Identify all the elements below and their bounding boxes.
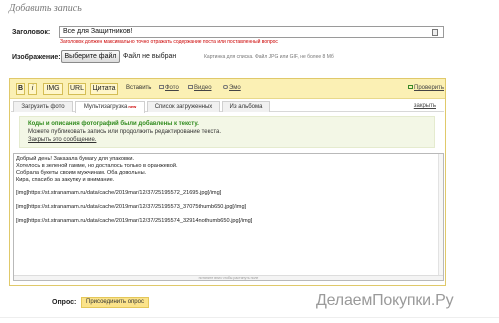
close-notice-link[interactable]: Закрыть это сообщение.	[28, 136, 426, 144]
keyboard-icon[interactable]	[432, 29, 438, 36]
notice-title: Коды и описания фотографий были добавлен…	[28, 121, 199, 127]
check-icon	[408, 85, 413, 90]
poll-label: Опрос:	[52, 299, 77, 306]
body-line: Собрала букеты своим мужчинам. Оба довол…	[16, 169, 147, 176]
img-button[interactable]: IMG	[43, 83, 63, 95]
choose-file-button[interactable]: Выберите файл	[61, 50, 120, 63]
tab-from-album-label: Из альбома	[229, 104, 263, 110]
file-status: Файл не выбран	[123, 53, 177, 60]
tab-upload-photo[interactable]: Загрузить фото	[13, 101, 73, 112]
resize-handle[interactable]: потяните вниз чтобы растянуть поле	[14, 275, 443, 280]
title-label: Заголовок:	[12, 29, 51, 36]
tab-multiupload-label: Мультизагрузка	[83, 104, 128, 110]
italic-button[interactable]: i	[28, 83, 37, 95]
notice-text: Можете публиковать запись или продолжить…	[28, 129, 222, 135]
insert-label: Вставить	[126, 85, 152, 91]
body-img-tag: [img]https://st.stranamam.ru/data/cache/…	[16, 218, 253, 225]
check-link[interactable]: Проверить	[408, 85, 444, 91]
insert-video-link[interactable]: Видео	[188, 85, 212, 91]
new-badge: new	[128, 104, 137, 109]
post-body-textarea[interactable]: Добрый день! Заказала бумагу для упаковк…	[13, 153, 444, 281]
title-input-value: Все для Защитников!	[63, 28, 133, 35]
bold-button[interactable]: B	[16, 83, 25, 95]
tab-uploaded-list-label: Список загруженных	[154, 104, 213, 110]
textarea-scrollbar[interactable]	[438, 154, 443, 277]
page-title: Добавить запись	[9, 3, 82, 14]
attach-poll-button[interactable]: Присоединить опрос	[81, 297, 149, 308]
image-hint: Картинка для списка. Файл JPG или GIF, н…	[204, 54, 334, 60]
tab-uploaded-list[interactable]: Список загруженных	[147, 101, 220, 112]
divider	[0, 317, 499, 318]
insert-video-label: Видео	[194, 85, 212, 91]
insert-emoji-link[interactable]: Эмо	[223, 85, 241, 91]
title-input[interactable]: Все для Защитников!	[59, 26, 444, 38]
insert-emoji-label: Эмо	[229, 85, 241, 91]
body-img-tag: [img]https://st.stranamam.ru/data/cache/…	[16, 204, 247, 211]
tab-upload-photo-label: Загрузить фото	[21, 104, 65, 110]
body-line: Добрый день! Заказала бумагу для упаковк…	[16, 156, 135, 162]
body-line: Кира, спасибо за закупку и внимание.	[16, 176, 115, 183]
close-tabs-link[interactable]: закрыть	[414, 103, 436, 109]
url-button[interactable]: URL	[68, 83, 86, 95]
watermark: ДелаемПокупки.Ру	[316, 292, 454, 309]
body-line: Хотелось в зеленой гамме, но досталось т…	[16, 162, 178, 169]
upload-tabs: Загрузить фото Мультизагрузкаnew Список …	[11, 101, 444, 113]
quote-button[interactable]: Цитата	[90, 83, 118, 95]
title-hint: Заголовок должен максимально точно отраж…	[60, 39, 278, 45]
body-img-tag: [img]https://st.stranamam.ru/data/cache/…	[16, 190, 222, 197]
check-label: Проверить	[414, 85, 445, 91]
emoji-icon	[223, 85, 228, 90]
video-icon	[188, 85, 193, 90]
tab-multiupload[interactable]: Мультизагрузкаnew	[75, 101, 145, 113]
insert-photo-link[interactable]: Фото	[159, 85, 179, 91]
tab-from-album[interactable]: Из альбома	[222, 101, 270, 112]
editor-toolbar: B i IMG URL Цитата Вставить Фото Видео Э…	[10, 79, 445, 99]
photo-icon	[159, 85, 164, 90]
post-editor: B i IMG URL Цитата Вставить Фото Видео Э…	[9, 78, 446, 286]
success-notice: Коды и описания фотографий были добавлен…	[19, 116, 435, 148]
image-label: Изображение:	[12, 54, 61, 61]
insert-photo-label: Фото	[165, 85, 179, 91]
